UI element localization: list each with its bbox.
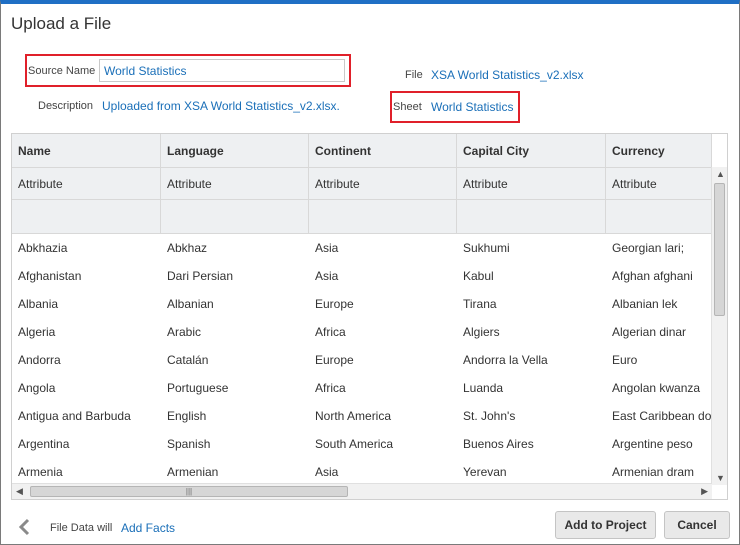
table-cell: St. John's xyxy=(463,409,516,423)
table-cell: Georgian lari; xyxy=(612,241,685,255)
table-cell: Asia xyxy=(315,465,339,479)
table-cell: Asia xyxy=(315,241,339,255)
table-cell: Yerevan xyxy=(463,465,507,479)
column-header[interactable]: Name xyxy=(12,134,161,167)
table-cell: Africa xyxy=(315,381,346,395)
file-label: File xyxy=(405,69,423,81)
add-to-project-button[interactable]: Add to Project xyxy=(555,511,656,539)
table-cell: Angolan kwanza xyxy=(612,381,701,395)
file-value[interactable]: XSA World Statistics_v2.xlsx xyxy=(431,68,584,82)
column-header[interactable]: Capital City xyxy=(457,134,606,167)
table-cell: Portuguese xyxy=(167,381,229,395)
table-cell: Argentina xyxy=(18,437,70,451)
cancel-button[interactable]: Cancel xyxy=(664,511,730,539)
upload-file-dialog: Upload a File Source Name Description Up… xyxy=(0,0,740,545)
description-label: Description xyxy=(38,100,94,112)
table-cell: Armenia xyxy=(18,465,63,479)
table-cell: Albanian lek xyxy=(612,297,678,311)
table-cell: Albania xyxy=(18,297,59,311)
table-cell: Asia xyxy=(315,269,339,283)
column-header-row: Name Language Continent Capital City Cur… xyxy=(12,134,712,168)
table-cell: Buenos Aires xyxy=(463,437,534,451)
column-type[interactable]: Attribute xyxy=(309,168,457,199)
scroll-down-icon[interactable]: ▼ xyxy=(716,473,725,483)
table-cell: Algiers xyxy=(463,325,500,339)
blank-cell xyxy=(457,200,606,233)
horizontal-scroll-thumb[interactable]: ||| xyxy=(30,486,348,497)
table-cell: Antigua and Barbuda xyxy=(18,409,131,423)
scroll-left-icon[interactable]: ◀ xyxy=(16,486,23,497)
table-cell: Luanda xyxy=(463,381,504,395)
table-cell: Andorra xyxy=(18,353,61,367)
vertical-scrollbar[interactable]: ▲ ▼ xyxy=(711,167,727,485)
table-row[interactable]: Antigua and Barbuda English North America S… xyxy=(12,402,712,430)
data-preview-grid: Name Language Continent Capital City Cur… xyxy=(11,133,728,500)
sheet-label: Sheet xyxy=(393,101,422,113)
table-cell: Afghanistan xyxy=(18,269,82,283)
vertical-scroll-thumb[interactable] xyxy=(714,183,725,316)
source-name-input[interactable] xyxy=(99,59,345,82)
table-cell: Abkhazia xyxy=(18,241,68,255)
table-cell: Tirana xyxy=(463,297,497,311)
table-row[interactable]: Andorra Catalán Europe Andorra la Vella Euro xyxy=(12,346,712,374)
table-cell: Europe xyxy=(315,353,354,367)
description-value[interactable]: Uploaded from XSA World Statistics_v2.xl… xyxy=(102,99,340,113)
column-type-row: Attribute Attribute Attribute Attribute … xyxy=(12,168,712,200)
blank-cell xyxy=(309,200,457,233)
table-cell: Armenian dram xyxy=(612,465,695,479)
table-row[interactable]: Argentina Spanish South America Buenos Aire… xyxy=(12,430,712,458)
table-cell: English xyxy=(167,409,207,423)
scroll-right-icon[interactable]: ▶ xyxy=(701,486,708,497)
table-row[interactable]: Algeria Arabic Africa Algiers Algerian dinar xyxy=(12,318,712,346)
table-cell: Sukhumi xyxy=(463,241,510,255)
sheet-value[interactable]: World Statistics xyxy=(431,100,513,114)
table-cell: Algeria xyxy=(18,325,56,339)
table-cell: Catalán xyxy=(167,353,209,367)
table-row[interactable]: Abkhazia Abkhaz Asia Sukhumi Georgian lari; xyxy=(12,234,712,262)
table-cell: Algerian dinar xyxy=(612,325,687,339)
table-cell: Argentine peso xyxy=(612,437,693,451)
column-type[interactable]: Attribute xyxy=(606,168,712,199)
column-blank-row xyxy=(12,200,712,234)
table-cell: Europe xyxy=(315,297,354,311)
table-row[interactable]: Albania Albanian Europe Tirana Albanian lek xyxy=(12,290,712,318)
column-header[interactable]: Continent xyxy=(309,134,457,167)
table-cell: Euro xyxy=(612,353,638,367)
table-cell: Spanish xyxy=(167,437,211,451)
table-cell: Dari Persian xyxy=(167,269,234,283)
file-data-will-label: File Data will xyxy=(50,522,113,534)
table-cell: Angola xyxy=(18,381,56,395)
blank-cell xyxy=(161,200,309,233)
table-cell: South America xyxy=(315,437,394,451)
column-header[interactable]: Currency xyxy=(606,134,712,167)
dialog-title: Upload a File xyxy=(11,14,112,33)
table-row[interactable]: Afghanistan Dari Persian Asia Kabul Afghan a… xyxy=(12,262,712,290)
table-cell: Arabic xyxy=(167,325,202,339)
column-header[interactable]: Language xyxy=(161,134,309,167)
back-chevron-icon[interactable] xyxy=(18,518,32,539)
table-row[interactable]: Armenia Armenian Asia Yerevan Armenian dram xyxy=(12,458,712,486)
table-cell: Kabul xyxy=(463,269,494,283)
column-type[interactable]: Attribute xyxy=(161,168,309,199)
add-facts-link[interactable]: Add Facts xyxy=(121,521,175,535)
table-cell: Afghan afghani xyxy=(612,269,693,283)
blank-cell xyxy=(12,200,161,233)
table-cell: Armenian xyxy=(167,465,219,479)
table-cell: Abkhaz xyxy=(167,241,208,255)
table-row[interactable]: Angola Portuguese Africa Luanda Angolan kwan… xyxy=(12,374,712,402)
table-cell: Africa xyxy=(315,325,346,339)
horizontal-scrollbar[interactable]: ◀ ||| ▶ xyxy=(12,483,712,499)
data-rows: Abkhazia Abkhaz Asia Sukhumi Georgian lari; A… xyxy=(12,234,712,486)
table-cell: Albanian xyxy=(167,297,214,311)
column-type[interactable]: Attribute xyxy=(12,168,161,199)
column-type[interactable]: Attribute xyxy=(457,168,606,199)
table-cell: East Caribbean do xyxy=(612,409,712,423)
table-cell: Andorra la Vella xyxy=(463,353,548,367)
scroll-up-icon[interactable]: ▲ xyxy=(716,169,725,179)
source-name-label: Source Name xyxy=(28,65,96,77)
table-cell: North America xyxy=(315,409,392,423)
blank-cell xyxy=(606,200,712,233)
